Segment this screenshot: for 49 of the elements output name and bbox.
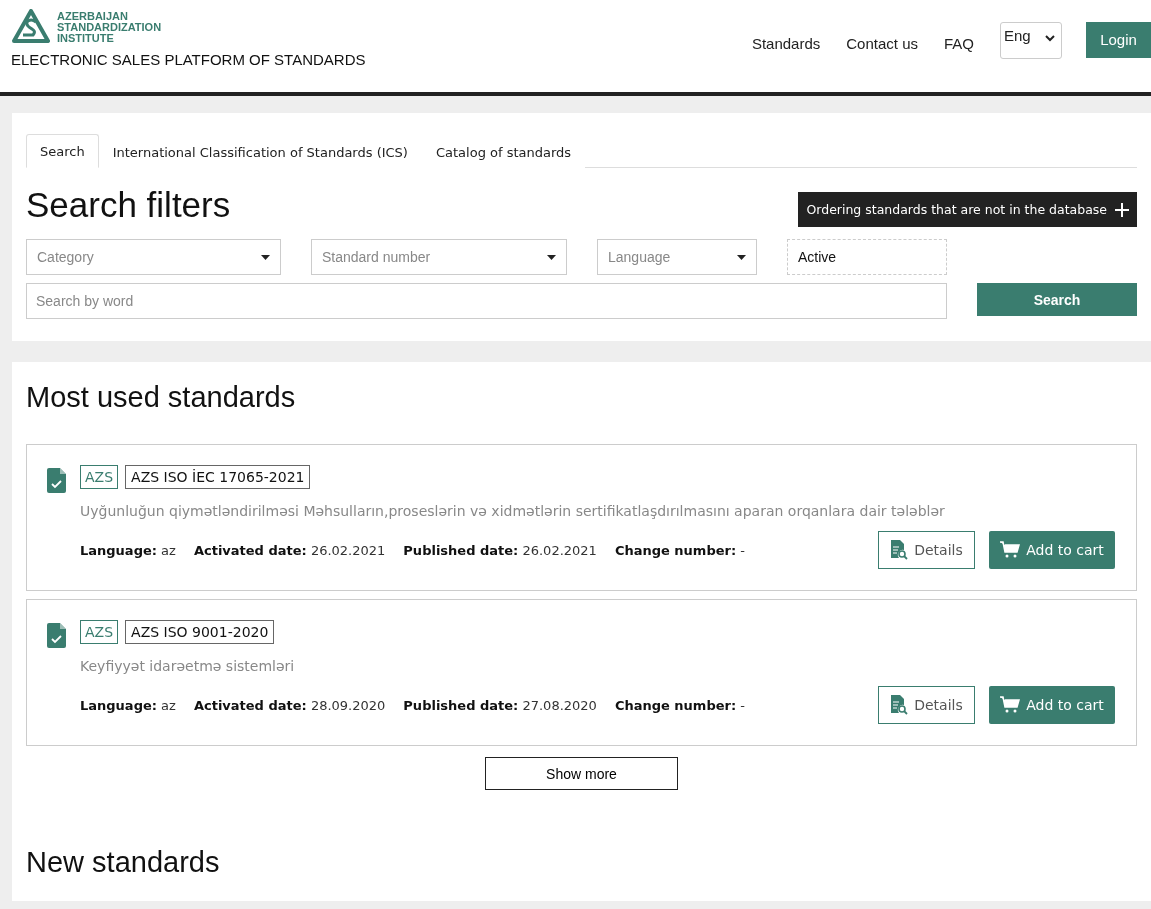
tab[interactable]: Search bbox=[26, 134, 99, 168]
nav-link[interactable]: Contact us bbox=[846, 35, 918, 52]
caret-icon bbox=[737, 254, 746, 260]
cart-icon bbox=[1000, 696, 1021, 714]
meta-field: Activated date: 26.02.2021 bbox=[193, 542, 386, 558]
filter-dropdown[interactable]: Language bbox=[597, 239, 757, 275]
meta-field: Published date: 26.02.2021 bbox=[403, 542, 597, 558]
standard-code: AZS ISO 9001-2020 bbox=[125, 620, 275, 644]
filter-dropdown[interactable]: Standard number bbox=[311, 239, 567, 275]
meta-field: Published date: 27.08.2020 bbox=[403, 697, 597, 713]
document-check-icon bbox=[47, 468, 66, 493]
cart-icon bbox=[1000, 541, 1021, 559]
caret-icon bbox=[547, 254, 556, 260]
standard-prefix: AZS bbox=[80, 620, 119, 644]
meta-field: Change number: - bbox=[614, 697, 745, 713]
nav-link[interactable]: FAQ bbox=[944, 35, 974, 52]
nav-link[interactable]: Standards bbox=[751, 35, 821, 52]
meta-field: Activated date: 28.09.2020 bbox=[193, 697, 386, 713]
document-search-icon bbox=[890, 695, 909, 715]
filter-dropdown[interactable]: Category bbox=[26, 239, 281, 275]
standard-prefix: AZS bbox=[80, 465, 119, 489]
standard-description: Keyfiyyət idarəetmə sistemləri bbox=[80, 658, 296, 674]
details-button[interactable]: Details bbox=[878, 531, 975, 569]
details-button[interactable]: Details bbox=[878, 686, 975, 724]
meta-field: Change number: - bbox=[614, 542, 745, 558]
search-filters-title: Search filters bbox=[26, 184, 231, 225]
show-more-button[interactable]: Show more bbox=[485, 757, 678, 790]
section-title: New standards bbox=[26, 846, 221, 879]
search-input[interactable]: Search by word bbox=[26, 283, 947, 319]
status-field[interactable]: Active bbox=[787, 239, 947, 275]
institute-name: AZERBAIJAN STANDARDIZATION INSTITUTE bbox=[57, 10, 162, 44]
meta-field: Language: az bbox=[80, 542, 176, 558]
document-search-icon bbox=[890, 540, 909, 560]
plus-icon bbox=[1115, 202, 1129, 217]
chevron-down-icon bbox=[1045, 35, 1055, 42]
standard-code: AZS ISO İEC 17065-2021 bbox=[125, 465, 311, 489]
standard-description: Uyğunluğun qiymətləndirilməsi Məhsulların,proseslərin və xidmətlərin sertifikatlaşdırılmasını aparan orqanlara dair tələblər bbox=[80, 503, 946, 519]
search-button[interactable]: Search bbox=[977, 283, 1137, 316]
add-to-cart-button[interactable]: Add to cart bbox=[989, 686, 1115, 724]
caret-icon bbox=[261, 254, 270, 260]
order-standards-button[interactable]: Ordering standards that are not in the database bbox=[798, 192, 1137, 227]
add-to-cart-button[interactable]: Add to cart bbox=[989, 531, 1115, 569]
login-button[interactable]: Login bbox=[1086, 21, 1151, 58]
document-check-icon bbox=[47, 623, 66, 648]
platform-title: ELECTRONIC SALES PLATFORM OF STANDARDS bbox=[11, 51, 366, 68]
section-title: Most used standards bbox=[26, 381, 297, 414]
language-select[interactable]: Eng bbox=[1000, 22, 1062, 59]
meta-field: Language: az bbox=[80, 697, 176, 713]
logo-icon bbox=[11, 9, 51, 45]
